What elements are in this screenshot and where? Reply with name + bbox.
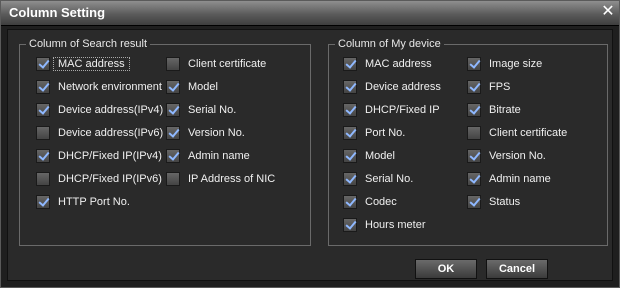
checkbox-label: Hours meter [365, 219, 426, 231]
checkbox-my-device-serial-no[interactable]: Serial No. [343, 170, 413, 188]
my-device-legend: Column of My device [338, 38, 441, 50]
checkbox-checked-icon[interactable] [343, 80, 357, 94]
checkbox-label: HTTP Port No. [58, 196, 130, 208]
checkbox-checked-icon[interactable] [467, 172, 481, 186]
checkbox-checked-icon[interactable] [166, 80, 180, 94]
checkbox-my-device-port-no[interactable]: Port No. [343, 124, 405, 142]
checkbox-checked-icon[interactable] [467, 195, 481, 209]
checkbox-label: Model [188, 81, 218, 93]
checkbox-search-result-serial-no[interactable]: Serial No. [166, 101, 236, 119]
search-result-legend: Column of Search result [29, 38, 147, 50]
checkbox-unchecked-icon[interactable] [36, 172, 50, 186]
checkbox-my-device-image-size[interactable]: Image size [467, 55, 542, 73]
checkbox-unchecked-icon[interactable] [36, 126, 50, 140]
checkbox-my-device-bitrate[interactable]: Bitrate [467, 101, 521, 119]
checkbox-label: MAC address [365, 58, 432, 70]
checkbox-search-result-client-certificate[interactable]: Client certificate [166, 55, 266, 73]
checkbox-search-result-network-environment[interactable]: Network environment [36, 78, 162, 96]
checkbox-label: Device address(IPv6) [58, 127, 164, 139]
checkbox-search-result-version-no[interactable]: Version No. [166, 124, 245, 142]
checkbox-my-device-device-address[interactable]: Device address [343, 78, 441, 96]
checkbox-my-device-dhcp-fixed-ip[interactable]: DHCP/Fixed IP [343, 101, 440, 119]
checkbox-label: Port No. [365, 127, 406, 139]
checkbox-search-result-dhcp-fixed-ip-ipv6[interactable]: DHCP/Fixed IP(IPv6) [36, 170, 162, 188]
checkbox-unchecked-icon[interactable] [166, 57, 180, 71]
checkbox-my-device-version-no[interactable]: Version No. [467, 147, 546, 165]
checkbox-my-device-codec[interactable]: Codec [343, 193, 397, 211]
checkbox-label: MAC address [53, 57, 130, 71]
checkbox-label: Version No. [489, 150, 546, 162]
checkbox-label: Client certificate [188, 58, 267, 70]
settings-panel: Column of Search result MAC address Netwo… [7, 29, 613, 281]
checkbox-label: Admin name [188, 150, 250, 162]
search-result-group: Column of Search result MAC address Netwo… [19, 38, 311, 246]
dialog-title: Column Setting [9, 5, 106, 20]
cancel-button[interactable]: Cancel [486, 259, 548, 279]
checkbox-label: Codec [365, 196, 397, 208]
ok-button[interactable]: OK [415, 259, 477, 279]
checkbox-label: Image size [489, 58, 543, 70]
checkbox-search-result-device-address-ipv4[interactable]: Device address(IPv4) [36, 101, 163, 119]
checkbox-my-device-hours-meter[interactable]: Hours meter [343, 216, 426, 234]
checkbox-checked-icon[interactable] [467, 103, 481, 117]
checkbox-label: DHCP/Fixed IP(IPv4) [58, 150, 162, 162]
checkbox-checked-icon[interactable] [166, 103, 180, 117]
checkbox-unchecked-icon[interactable] [467, 126, 481, 140]
checkbox-checked-icon[interactable] [36, 103, 50, 117]
checkbox-checked-icon[interactable] [166, 126, 180, 140]
checkbox-checked-icon[interactable] [343, 195, 357, 209]
checkbox-my-device-client-certificate[interactable]: Client certificate [467, 124, 567, 142]
checkbox-my-device-mac-address[interactable]: MAC address [343, 55, 432, 73]
title-bar[interactable]: Column Setting ✕ [1, 1, 619, 26]
checkbox-checked-icon[interactable] [36, 149, 50, 163]
checkbox-search-result-ip-address-of-nic[interactable]: IP Address of NIC [166, 170, 275, 188]
checkbox-label: Device address(IPv4) [58, 104, 164, 116]
checkbox-checked-icon[interactable] [36, 57, 50, 71]
checkbox-checked-icon[interactable] [166, 149, 180, 163]
checkbox-checked-icon[interactable] [467, 80, 481, 94]
checkbox-checked-icon[interactable] [36, 80, 50, 94]
checkbox-checked-icon[interactable] [343, 218, 357, 232]
checkbox-label: Serial No. [365, 173, 414, 185]
checkbox-label: Version No. [188, 127, 245, 139]
checkbox-search-result-admin-name[interactable]: Admin name [166, 147, 250, 165]
checkbox-label: DHCP/Fixed IP [365, 104, 440, 116]
checkbox-checked-icon[interactable] [467, 149, 481, 163]
checkbox-label: FPS [489, 81, 511, 93]
checkbox-search-result-model[interactable]: Model [166, 78, 218, 96]
checkbox-my-device-status[interactable]: Status [467, 193, 520, 211]
my-device-group: Column of My device MAC address Device ad… [328, 38, 608, 246]
checkbox-checked-icon[interactable] [467, 57, 481, 71]
checkbox-label: IP Address of NIC [188, 173, 276, 185]
checkbox-checked-icon[interactable] [343, 57, 357, 71]
checkbox-checked-icon[interactable] [343, 149, 357, 163]
checkbox-search-result-mac-address[interactable]: MAC address [36, 55, 130, 73]
checkbox-label: Admin name [489, 173, 551, 185]
checkbox-my-device-admin-name[interactable]: Admin name [467, 170, 551, 188]
checkbox-label: Model [365, 150, 395, 162]
checkbox-checked-icon[interactable] [343, 172, 357, 186]
checkbox-my-device-fps[interactable]: FPS [467, 78, 510, 96]
checkbox-my-device-model[interactable]: Model [343, 147, 395, 165]
column-setting-dialog: Column Setting ✕ Column of Search result… [0, 0, 620, 288]
checkbox-checked-icon[interactable] [343, 103, 357, 117]
checkbox-label: Bitrate [489, 104, 521, 116]
checkbox-label: Status [489, 196, 521, 208]
checkbox-label: DHCP/Fixed IP(IPv6) [58, 173, 162, 185]
checkbox-checked-icon[interactable] [343, 126, 357, 140]
checkbox-label: Serial No. [188, 104, 237, 116]
checkbox-search-result-dhcp-fixed-ip-ipv4[interactable]: DHCP/Fixed IP(IPv4) [36, 147, 162, 165]
checkbox-checked-icon[interactable] [36, 195, 50, 209]
checkbox-label: Device address [365, 81, 441, 93]
checkbox-search-result-device-address-ipv6[interactable]: Device address(IPv6) [36, 124, 163, 142]
close-icon[interactable]: ✕ [599, 3, 617, 21]
checkbox-label: Client certificate [489, 127, 568, 139]
checkbox-search-result-http-port-no[interactable]: HTTP Port No. [36, 193, 130, 211]
checkbox-label: Network environment [58, 81, 162, 93]
checkbox-unchecked-icon[interactable] [166, 172, 180, 186]
